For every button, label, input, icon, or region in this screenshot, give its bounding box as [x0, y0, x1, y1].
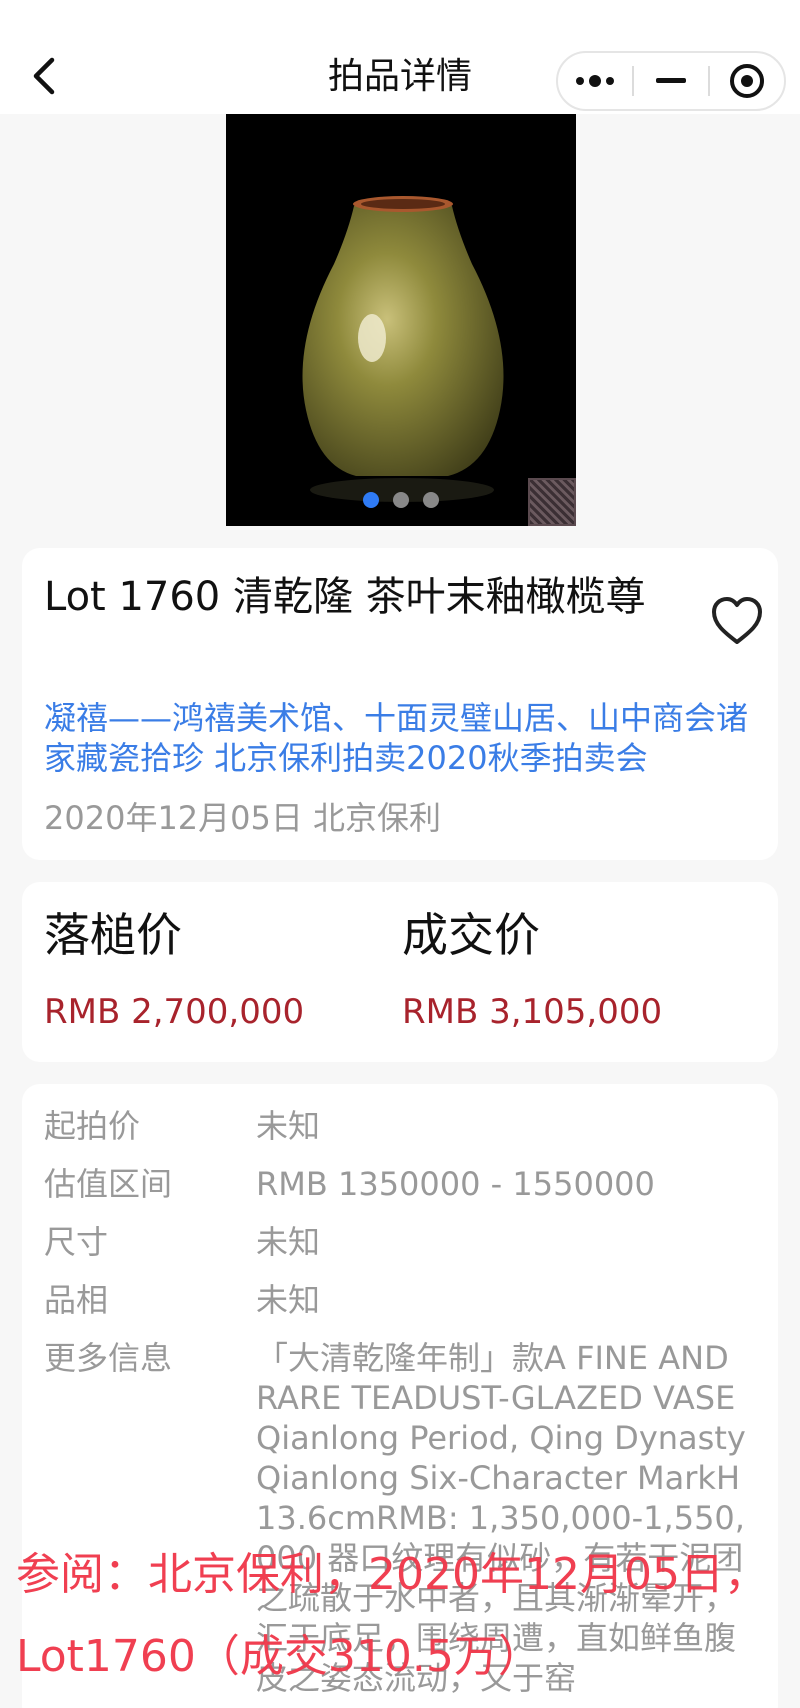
- more-icon: [576, 75, 614, 87]
- carousel-dot[interactable]: [423, 492, 439, 508]
- minimize-icon: [656, 78, 686, 83]
- carousel-dot[interactable]: [363, 492, 379, 508]
- mini-program-capsule: [556, 51, 786, 111]
- sold-price-value: RMB 3,105,000: [402, 992, 663, 1032]
- hammer-price-value: RMB 2,700,000: [44, 992, 305, 1032]
- price-card: 落槌价 RMB 2,700,000 成交价 RMB 3,105,000: [22, 882, 778, 1062]
- minimize-button[interactable]: [634, 53, 708, 109]
- hammer-price-block: 落槌价 RMB 2,700,000: [44, 904, 304, 1036]
- detail-label: 估值区间: [44, 1165, 173, 1203]
- detail-label: 尺寸: [44, 1223, 109, 1261]
- detail-value: 未知: [256, 1281, 321, 1319]
- carousel-dot[interactable]: [393, 492, 409, 508]
- detail-row-size: 尺寸 未知: [44, 1222, 748, 1262]
- lot-image-carousel[interactable]: [226, 114, 576, 526]
- hammer-price-label: 落槌价: [44, 908, 182, 962]
- detail-value: 未知: [256, 1223, 321, 1261]
- close-miniprogram-button[interactable]: [710, 53, 784, 109]
- favorite-button[interactable]: [710, 596, 764, 650]
- lot-info-card: Lot 1760 清乾隆 茶叶末釉橄榄尊 凝禧——鸿禧美术馆、十面灵璧山居、山中…: [22, 548, 778, 860]
- sale-date-house: 2020年12月05日 北京保利: [44, 799, 442, 837]
- sold-price-label: 成交价: [402, 908, 540, 962]
- detail-row-condition: 品相 未知: [44, 1280, 748, 1320]
- detail-label: 品相: [44, 1281, 109, 1319]
- vase-image: [226, 114, 576, 526]
- detail-value: RMB 1350000 - 1550000: [256, 1165, 655, 1203]
- detail-label: 起拍价: [44, 1107, 141, 1145]
- navigation-bar: 拍品详情: [0, 0, 800, 114]
- detail-value: 未知: [256, 1107, 321, 1145]
- reference-watermark: 参阅：北京保利，2020年12月05日，Lot1760（成交310.5万）: [16, 1549, 768, 1682]
- more-button[interactable]: [558, 53, 632, 109]
- sale-name-link[interactable]: 凝禧——鸿禧美术馆、十面灵璧山居、山中商会诸家藏瓷拾珍 北京保利拍卖2020秋季…: [44, 698, 764, 778]
- sold-price-block: 成交价 RMB 3,105,000: [402, 904, 662, 1036]
- detail-row-start-price: 起拍价 未知: [44, 1106, 748, 1146]
- carousel-indicator: [226, 492, 576, 508]
- detail-row-estimate: 估值区间 RMB 1350000 - 1550000: [44, 1164, 748, 1204]
- lot-title: Lot 1760 清乾隆 茶叶末釉橄榄尊: [44, 574, 646, 620]
- heart-outline-icon: [712, 597, 762, 644]
- target-icon: [730, 64, 764, 98]
